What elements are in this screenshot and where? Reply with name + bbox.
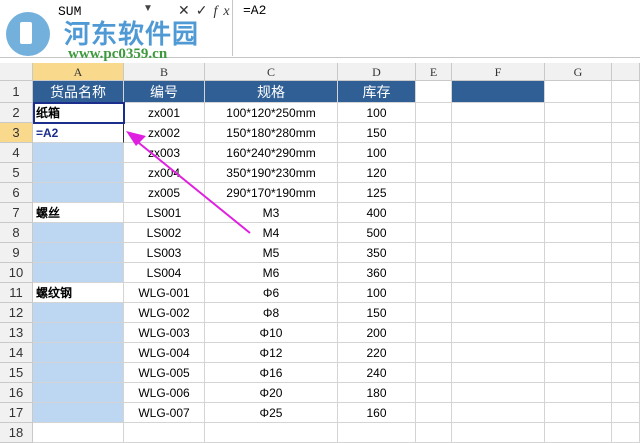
annotation-arrow [126, 131, 251, 234]
arrow-head-icon [126, 131, 146, 146]
arrow-line [133, 138, 251, 234]
